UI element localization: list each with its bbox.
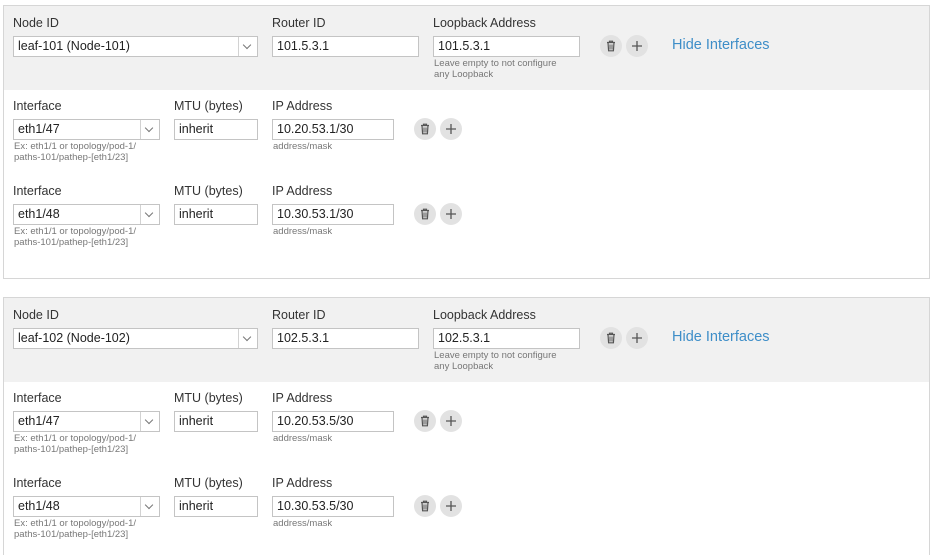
loopback-hint: Leave empty to not configure any Loopback	[434, 58, 557, 80]
interface-value: eth1/48	[18, 499, 60, 513]
node-id-value: leaf-102 (Node-102)	[18, 331, 130, 345]
ip-address-label: IP Address	[272, 391, 333, 405]
hide-interfaces-link[interactable]: Hide Interfaces	[672, 37, 770, 53]
chevron-down-icon	[140, 412, 159, 431]
interface-value: eth1/47	[18, 414, 60, 428]
interface-hint: Ex: eth1/1 or topology/pod-1/paths-101/p…	[14, 518, 136, 540]
add-interface-button[interactable]	[440, 410, 462, 432]
ip-hint: address/mask	[273, 226, 333, 237]
ip-address-input[interactable]: 10.20.53.5/30	[272, 411, 394, 432]
interface-value: eth1/47	[18, 122, 60, 136]
interface-hint: Ex: eth1/1 or topology/pod-1/paths-101/p…	[14, 433, 136, 455]
interface-select[interactable]: eth1/47	[13, 119, 160, 140]
loopback-label: Loopback Address	[433, 16, 536, 30]
trash-icon	[421, 208, 429, 220]
delete-interface-button[interactable]	[414, 203, 436, 225]
node-id-select[interactable]: leaf-102 (Node-102)	[13, 328, 258, 349]
node-id-label: Node ID	[13, 308, 59, 322]
mtu-input[interactable]: inherit	[174, 119, 258, 140]
node-id-select[interactable]: leaf-101 (Node-101)	[13, 36, 258, 57]
interface-select[interactable]: eth1/48	[13, 496, 160, 517]
chevron-down-icon	[140, 120, 159, 139]
mtu-label: MTU (bytes)	[174, 476, 243, 490]
mtu-input[interactable]: inherit	[174, 496, 258, 517]
ip-hint: address/mask	[273, 518, 333, 529]
router-id-label: Router ID	[272, 16, 326, 30]
plus-icon	[446, 209, 456, 219]
delete-interface-button[interactable]	[414, 410, 436, 432]
delete-interface-button[interactable]	[414, 118, 436, 140]
router-id-input[interactable]: 102.5.3.1	[272, 328, 419, 349]
ip-address-label: IP Address	[272, 99, 333, 113]
interface-hint: Ex: eth1/1 or topology/pod-1/paths-101/p…	[14, 226, 136, 248]
node-id-value: leaf-101 (Node-101)	[18, 39, 130, 53]
mtu-label: MTU (bytes)	[174, 184, 243, 198]
mtu-input[interactable]: inherit	[174, 204, 258, 225]
ip-hint: address/mask	[273, 141, 333, 152]
trash-icon	[421, 123, 429, 135]
delete-interface-button[interactable]	[414, 495, 436, 517]
trash-icon	[607, 40, 615, 52]
trash-icon	[421, 415, 429, 427]
add-interface-button[interactable]	[440, 203, 462, 225]
chevron-down-icon	[238, 37, 257, 56]
interface-label: Interface	[13, 476, 62, 490]
router-id-input[interactable]: 101.5.3.1	[272, 36, 419, 57]
router-id-label: Router ID	[272, 308, 326, 322]
node-card-1: Node ID leaf-101 (Node-101) Router ID 10…	[3, 5, 930, 279]
ip-address-input[interactable]: 10.30.53.5/30	[272, 496, 394, 517]
plus-icon	[446, 416, 456, 426]
delete-node-button[interactable]	[600, 327, 622, 349]
ip-hint: address/mask	[273, 433, 333, 444]
ip-address-label: IP Address	[272, 184, 333, 198]
loopback-input[interactable]: 102.5.3.1	[433, 328, 580, 349]
mtu-label: MTU (bytes)	[174, 391, 243, 405]
delete-node-button[interactable]	[600, 35, 622, 57]
interface-value: eth1/48	[18, 207, 60, 221]
chevron-down-icon	[140, 205, 159, 224]
add-node-button[interactable]	[626, 327, 648, 349]
ip-address-input[interactable]: 10.30.53.1/30	[272, 204, 394, 225]
loopback-hint: Leave empty to not configure any Loopback	[434, 350, 557, 372]
add-interface-button[interactable]	[440, 495, 462, 517]
add-interface-button[interactable]	[440, 118, 462, 140]
mtu-input[interactable]: inherit	[174, 411, 258, 432]
loopback-input[interactable]: 101.5.3.1	[433, 36, 580, 57]
interface-label: Interface	[13, 184, 62, 198]
interface-label: Interface	[13, 99, 62, 113]
loopback-label: Loopback Address	[433, 308, 536, 322]
chevron-down-icon	[238, 329, 257, 348]
ip-address-label: IP Address	[272, 476, 333, 490]
interface-label: Interface	[13, 391, 62, 405]
ip-address-input[interactable]: 10.20.53.1/30	[272, 119, 394, 140]
plus-icon	[446, 501, 456, 511]
trash-icon	[421, 500, 429, 512]
plus-icon	[632, 41, 642, 51]
node-id-label: Node ID	[13, 16, 59, 30]
mtu-label: MTU (bytes)	[174, 99, 243, 113]
chevron-down-icon	[140, 497, 159, 516]
interface-hint: Ex: eth1/1 or topology/pod-1/paths-101/p…	[14, 141, 136, 163]
trash-icon	[607, 332, 615, 344]
node-card-2: Node ID leaf-102 (Node-102) Router ID 10…	[3, 297, 930, 555]
add-node-button[interactable]	[626, 35, 648, 57]
plus-icon	[632, 333, 642, 343]
plus-icon	[446, 124, 456, 134]
hide-interfaces-link[interactable]: Hide Interfaces	[672, 329, 770, 345]
interface-select[interactable]: eth1/48	[13, 204, 160, 225]
interface-select[interactable]: eth1/47	[13, 411, 160, 432]
